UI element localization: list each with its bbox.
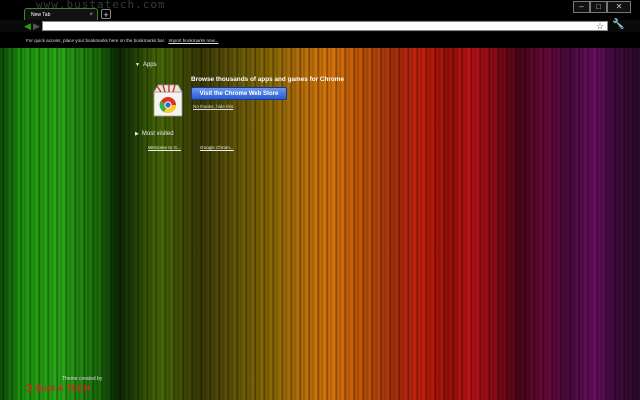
bookmark-star-icon[interactable]: ☆ (596, 20, 604, 32)
apps-promo-title: Browse thousands of apps and games for C… (191, 76, 345, 83)
address-bar[interactable] (42, 21, 608, 31)
back-arrow-icon[interactable]: ◀ (24, 20, 31, 32)
new-tab-button[interactable]: + (101, 9, 111, 20)
brand-name: Bust A TECH (35, 384, 91, 393)
maximize-button[interactable]: □ (590, 1, 607, 13)
most-visited-item[interactable]: Welcome to G... (148, 145, 181, 150)
minimize-button[interactable]: – (573, 1, 590, 13)
chrome-web-store-icon[interactable] (148, 82, 186, 118)
most-visited-heading: Most visited (141, 131, 174, 137)
collapse-triangle-icon: ▶ (135, 131, 139, 137)
bookmarks-bar-hint: For quick access, place your bookmarks h… (26, 38, 166, 43)
visit-web-store-button[interactable]: Visit the Chrome Web Store (191, 87, 287, 100)
bookmarks-bar: For quick access, place your bookmarks h… (0, 36, 640, 46)
close-window-button[interactable]: ✕ (607, 1, 631, 13)
most-visited-item[interactable]: Google Chrom... (200, 145, 234, 150)
theme-background (0, 0, 640, 400)
import-bookmarks-link[interactable]: Import bookmarks now... (168, 38, 218, 43)
theme-credit: Theme created by (62, 376, 103, 382)
hide-promo-link[interactable]: No thanks, hide this (193, 104, 233, 109)
expand-triangle-icon: ▼ (135, 62, 140, 68)
theme-brand-logo[interactable]: Ↄ Bust A TECH (26, 383, 91, 394)
forward-arrow-icon[interactable]: ▶ (33, 20, 40, 32)
wrench-menu-icon[interactable]: 🔧 (612, 19, 624, 31)
apps-heading: Apps (142, 62, 157, 68)
brand-mark-icon: Ↄ (26, 383, 33, 393)
tab-label: New Tab (31, 12, 51, 18)
most-visited-section-header[interactable]: ▶ Most visited (135, 131, 174, 137)
apps-section-header[interactable]: ▼ Apps (135, 62, 157, 68)
